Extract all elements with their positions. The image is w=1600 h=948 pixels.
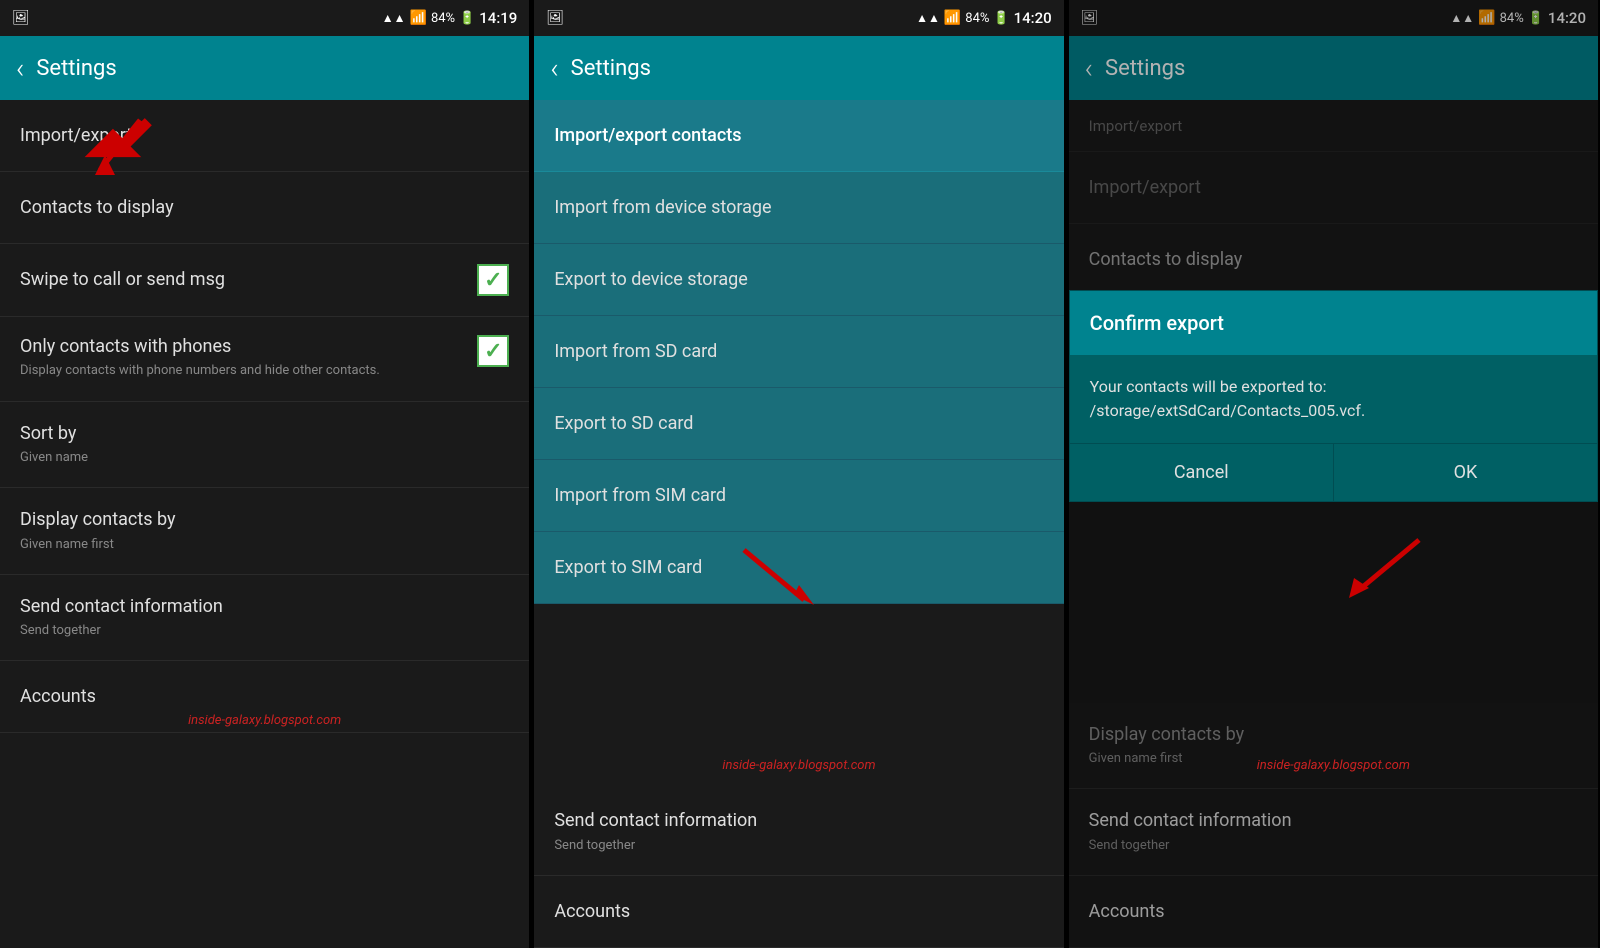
accounts-below-2[interactable]: Accounts [534, 876, 1063, 948]
item-title-sort-1: Sort by [20, 422, 509, 445]
item-text-sort-1: Sort by Given name [20, 422, 509, 468]
settings-item-only-phones-1[interactable]: Only contacts with phones Display contac… [0, 317, 529, 402]
watermark-2: inside-galaxy.blogspot.com [722, 758, 875, 773]
item-text-accounts-1: Accounts [20, 685, 509, 708]
status-bar-2: 🖼 ▲▲ 📶 84% 🔋 14:20 [534, 0, 1063, 36]
status-icons-left-2: 🖼 [546, 10, 564, 26]
item-title-display-1: Display contacts by [20, 508, 509, 531]
signal-icon-1: ▲▲ [382, 11, 406, 25]
settings-item-display-by-1[interactable]: Display contacts by Given name first [0, 488, 529, 575]
battery-text-1: 84% [431, 11, 455, 26]
battery-text-2: 84% [965, 11, 989, 26]
item-subtitle-send-1: Send together [20, 622, 509, 640]
item-title-accounts-1: Accounts [20, 685, 509, 708]
settings-list-1: Import/export Contacts to display Swipe … [0, 100, 529, 948]
status-icons-left-1: 🖼 [12, 10, 30, 26]
status-icons-right-2: ▲▲ 📶 84% 🔋 14:20 [916, 9, 1052, 27]
item-title-swipe-1: Swipe to call or send msg [20, 268, 477, 291]
battery-icon-1: 🔋 [459, 11, 475, 26]
import-export-header-text-2: Import/export contacts [554, 125, 741, 146]
settings-item-swipe-1[interactable]: Swipe to call or send msg [0, 244, 529, 317]
watermark-1: inside-galaxy.blogspot.com [188, 713, 341, 728]
item-title-only-phones-1: Only contacts with phones [20, 335, 477, 358]
battery-icon-2: 🔋 [993, 11, 1009, 26]
time-2: 14:20 [1014, 9, 1052, 27]
import-sd-card-2[interactable]: Import from SD card [534, 316, 1063, 388]
panel-3: 🖼 ▲▲ 📶 84% 🔋 14:20 ‹ Settings Import/exp… [1069, 0, 1600, 948]
app-bar-title-1: Settings [36, 56, 116, 81]
time-1: 14:19 [479, 9, 517, 27]
ok-button[interactable]: OK [1334, 444, 1597, 501]
settings-item-send-contact-1[interactable]: Send contact information Send together [0, 575, 529, 662]
import-export-header-2[interactable]: Import/export contacts [534, 100, 1063, 172]
item-text-only-phones-1: Only contacts with phones Display contac… [20, 335, 477, 381]
item-text-cd-1: Contacts to display [20, 196, 509, 219]
confirm-export-dialog: Confirm export Your contacts will be exp… [1069, 290, 1598, 502]
back-button-2[interactable]: ‹ [550, 52, 558, 85]
dialog-buttons: Cancel OK [1070, 443, 1597, 501]
camera-icon-2: 🖼 [546, 10, 564, 26]
signal-icon-2: ▲▲ [916, 11, 940, 25]
import-export-menu-2: Import/export contacts Import from devic… [534, 100, 1063, 604]
export-device-storage-2[interactable]: Export to device storage [534, 244, 1063, 316]
wifi-icon-2: 📶 [944, 10, 961, 26]
app-bar-1: ‹ Settings [0, 36, 529, 100]
wifi-icon-1: 📶 [410, 10, 427, 26]
import-sim-card-2[interactable]: Import from SIM card [534, 460, 1063, 532]
settings-item-import-export-1[interactable]: Import/export [0, 100, 529, 172]
item-text-send-1: Send contact information Send together [20, 595, 509, 641]
dialog-body: Your contacts will be exported to: /stor… [1070, 355, 1597, 443]
export-sim-card-2[interactable]: Export to SIM card [534, 532, 1063, 604]
status-icons-right-1: ▲▲ 📶 84% 🔋 14:19 [382, 9, 518, 27]
status-bar-1: 🖼 ▲▲ 📶 84% 🔋 14:19 [0, 0, 529, 36]
item-title-send-1: Send contact information [20, 595, 509, 618]
item-title-contacts-display-1: Contacts to display [20, 196, 509, 219]
item-subtitle-sort-1: Given name [20, 449, 509, 467]
watermark-3: inside-galaxy.blogspot.com [1257, 758, 1410, 773]
camera-icon-1: 🖼 [12, 10, 30, 26]
settings-item-contacts-display-1[interactable]: Contacts to display [0, 172, 529, 244]
checkbox-swipe-1[interactable] [477, 264, 509, 296]
dialog-title: Confirm export [1070, 291, 1597, 355]
app-bar-title-2: Settings [571, 56, 651, 81]
panel-2: 🖼 ▲▲ 📶 84% 🔋 14:20 ‹ Settings Import/exp… [534, 0, 1065, 948]
panel-1: 🖼 ▲▲ 📶 84% 🔋 14:19 ‹ Settings Import/exp… [0, 0, 531, 948]
checkbox-only-phones-1[interactable] [477, 335, 509, 367]
item-text-swipe-1: Swipe to call or send msg [20, 268, 477, 291]
item-subtitle-only-phones-1: Display contacts with phone numbers and … [20, 362, 477, 380]
import-device-storage-2[interactable]: Import from device storage [534, 172, 1063, 244]
item-title-import-export-1: Import/export [20, 124, 509, 147]
below-menu-2: Send contact information Send together A… [534, 789, 1063, 948]
item-text-display-1: Display contacts by Given name first [20, 508, 509, 554]
app-bar-2: ‹ Settings [534, 36, 1063, 100]
send-contact-info-2[interactable]: Send contact information Send together [534, 789, 1063, 876]
item-subtitle-display-1: Given name first [20, 536, 509, 554]
cancel-button[interactable]: Cancel [1070, 444, 1334, 501]
settings-item-sort-by-1[interactable]: Sort by Given name [0, 402, 529, 489]
export-sd-card-2[interactable]: Export to SD card [534, 388, 1063, 460]
back-button-1[interactable]: ‹ [16, 52, 24, 85]
item-text-1: Import/export [20, 124, 509, 147]
